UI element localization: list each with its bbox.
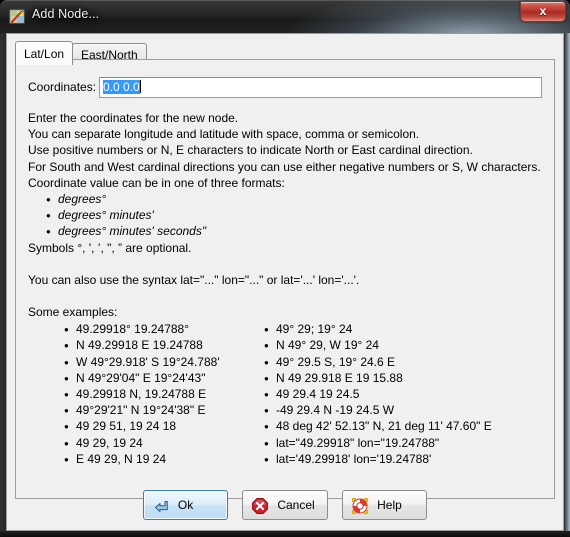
example-item: lat="49.29918" lon="19.24788" [264, 435, 492, 452]
examples-list-left: 49.29918° 19.24788° N 49.29918 E 19.2478… [46, 321, 220, 468]
instruction-line: For South and West cardinal directions y… [28, 159, 541, 174]
example-item: N 49°29'04" E 19°24'43" [64, 370, 220, 387]
josm-map-icon [9, 8, 26, 25]
instruction-line: You can separate longitude and latitude … [28, 127, 420, 142]
example-item: 49 29, 19 24 [64, 435, 220, 452]
example-item: lat='49.29918' lon='19.24788' [264, 451, 492, 468]
format-item: degrees° minutes' seconds" [46, 223, 544, 240]
window-title: Add Node... [32, 7, 100, 21]
symbols-note: Symbols °, ', ’, ", ” are optional. [28, 240, 192, 255]
ok-button-label: Ok [177, 498, 194, 512]
example-item: -49 29.4 N -19 24.5 W [264, 402, 492, 419]
example-item: 48 deg 42' 52.13" N, 21 deg 11' 47.60" E [264, 418, 492, 435]
help-button-label: Help [377, 498, 402, 512]
octagon-x-icon [251, 497, 269, 515]
example-item: N 49° 29, W 19° 24 [264, 337, 492, 354]
examples-column-left: 49.29918° 19.24788° N 49.29918 E 19.2478… [46, 321, 220, 468]
instructions-block: Enter the coordinates for the new node. … [28, 110, 544, 471]
cancel-button[interactable]: Cancel [242, 490, 328, 520]
format-item: degrees° minutes' [46, 207, 544, 224]
instruction-line: Use positive numbers or N, E characters … [28, 143, 473, 158]
dialog-window: Add Node... x Lat/Lon East/North Coordin… [0, 0, 570, 537]
ok-button[interactable]: Ok [142, 490, 228, 520]
example-item: 49° 29; 19° 24 [264, 321, 492, 338]
example-item: N 49.29918 E 19.24788 [64, 337, 220, 354]
title-bar[interactable]: Add Node... x [0, 0, 570, 33]
enter-arrow-icon [152, 497, 170, 515]
examples-column-right: 49° 29; 19° 24 N 49° 29, W 19° 24 49° 29… [246, 321, 492, 468]
window-edge-shadow-left [0, 33, 6, 531]
format-item: degrees° [46, 191, 544, 208]
button-bar: Ok Cancel Help [7, 490, 563, 520]
coordinates-label: Coordinates: [28, 80, 97, 94]
help-button[interactable]: Help [342, 490, 428, 520]
example-item: 49 29 51, 19 24 18 [64, 418, 220, 435]
examples-list-right: 49° 29; 19° 24 N 49° 29, W 19° 24 49° 29… [246, 321, 492, 468]
examples-heading: Some examples: [28, 305, 118, 320]
syntax-note: You can also use the syntax lat="..." lo… [28, 272, 360, 287]
example-item: 49.29918 N, 19.24788 E [64, 386, 220, 403]
window-bottom-edge [0, 531, 570, 537]
coordinates-input-value: 0.0 0.0 [103, 80, 140, 94]
example-item: 49° 29.5 S, 19° 24.6 E [264, 354, 492, 371]
instruction-line: Enter the coordinates for the new node. [28, 111, 239, 125]
tab-lat-lon-label: Lat/Lon [24, 47, 65, 61]
close-icon: x [539, 4, 547, 18]
instruction-line: Coordinate value can be in one of three … [28, 175, 285, 190]
example-item: W 49°29.918' S 19°24.788' [64, 354, 220, 371]
cancel-button-label: Cancel [277, 498, 315, 512]
example-item: 49.29918° 19.24788° [64, 321, 220, 338]
tab-panel-lat-lon: Coordinates: 0.0 0.0 Enter the coordinat… [15, 59, 555, 499]
example-item: E 49 29, N 19 24 [64, 451, 220, 468]
lifebuoy-icon [351, 497, 369, 515]
close-button[interactable]: x [520, 1, 566, 22]
coordinates-input[interactable]: 0.0 0.0 [99, 77, 542, 98]
dialog-client-area: Lat/Lon East/North Coordinates: 0.0 0.0 … [6, 33, 564, 531]
coordinates-row: Coordinates: 0.0 0.0 [28, 77, 542, 99]
text-caret [139, 80, 141, 93]
example-item: N 49 29.918 E 19 15.88 [264, 370, 492, 387]
tab-lat-lon[interactable]: Lat/Lon [15, 41, 74, 65]
format-list: degrees° degrees° minutes' degrees° minu… [28, 191, 544, 241]
example-item: 49°29'21" N 19°24'38" E [64, 402, 220, 419]
window-edge-glow-right [564, 33, 570, 531]
example-item: 49 29.4 19 24.5 [264, 386, 492, 403]
examples-columns: 49.29918° 19.24788° N 49.29918 E 19.2478… [28, 321, 544, 471]
